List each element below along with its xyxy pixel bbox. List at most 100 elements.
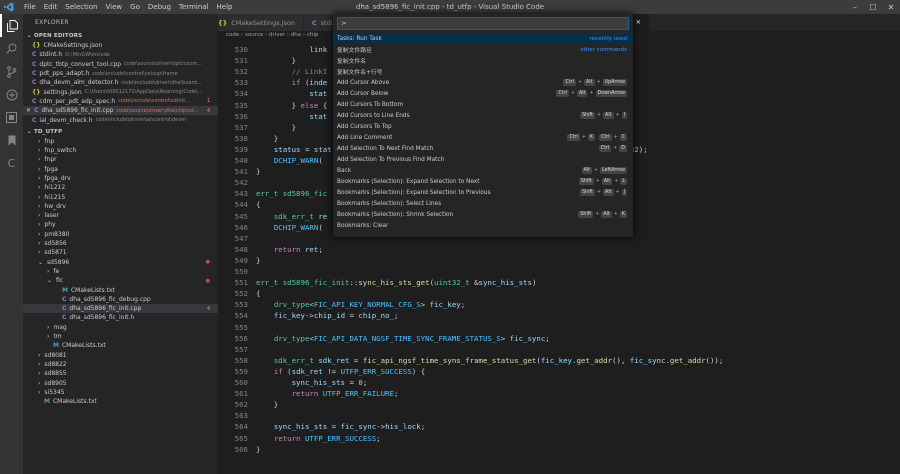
tree-item[interactable]: › si5345	[23, 388, 218, 397]
code-line: }	[256, 133, 279, 143]
menu-item-selection[interactable]: Selection	[61, 0, 101, 14]
command-item[interactable]: Bookmarks (Selection): Expand Selection …	[333, 187, 633, 198]
maximize-icon[interactable]: ☐	[864, 0, 882, 14]
keybinding-separator: +	[577, 80, 583, 85]
tree-item[interactable]: Cdha_sd5896_fic_init.h	[23, 313, 218, 322]
tree-item[interactable]: Cdha_sd5896_fic_init.cpp 4	[23, 304, 218, 314]
menu-item-go[interactable]: Go	[126, 0, 144, 14]
tree-item[interactable]: M CMakeLists.txt	[23, 397, 218, 406]
tree-item[interactable]: › sd8855	[23, 369, 218, 378]
command-item[interactable]: Add Cursors To Bottom	[333, 99, 633, 110]
tree-item[interactable]: › sd5871	[23, 248, 218, 257]
command-item[interactable]: Add Selection To Next Find Match Ctrl + D	[333, 143, 633, 154]
minimize-icon[interactable]: –	[846, 0, 864, 14]
tree-item[interactable]: › hi1212	[23, 183, 218, 192]
command-item[interactable]: Add Cursors to Line Ends Shift + Alt + I	[333, 110, 633, 121]
key-cap: L	[620, 178, 627, 185]
tree-item[interactable]: › sd8905	[23, 378, 218, 387]
tree-item[interactable]: › fpga	[23, 165, 218, 174]
editor-tab[interactable]: {} CMakeSettings.json	[218, 14, 304, 31]
command-item[interactable]: Add Selection To Previous Find Match	[333, 154, 633, 165]
command-item[interactable]: Bookmarks (Selection): Shrink Selection S…	[333, 209, 633, 220]
menu-item-help[interactable]: Help	[213, 0, 237, 14]
line-number: 560	[234, 378, 248, 387]
tree-item[interactable]: M CMakeLists.txt	[23, 341, 218, 350]
code-line: return UTFP_ERR_FAILURE;	[291, 389, 399, 399]
command-item[interactable]: Bookmarks: Clear	[333, 220, 633, 231]
command-item[interactable]: Bookmarks (Selection): Select Lines	[333, 198, 633, 209]
file-type-icon: C	[34, 107, 39, 115]
open-editor-item[interactable]: ✕ Cdha_sd5896_fic_init.cpp code\source\dri…	[23, 106, 218, 116]
menu-item-view[interactable]: View	[102, 0, 127, 14]
tree-item[interactable]: Cdha_sd5896_fic_debug.cpp	[23, 295, 218, 304]
extensions-icon[interactable]	[0, 106, 23, 129]
problem-count-badge: 4	[206, 107, 210, 114]
command-item[interactable]: Add Cursors To Top	[333, 121, 633, 132]
code-line: {	[256, 200, 261, 210]
tree-item[interactable]: › fnp_switch	[23, 146, 218, 155]
open-editor-item[interactable]: Cstdint.h D:\MinGW\include	[23, 50, 218, 59]
open-editor-path: code\include\control\cdm\t...	[118, 98, 190, 105]
tree-item[interactable]: ⌄ fic ●	[23, 276, 218, 285]
menu-item-file[interactable]: File	[20, 0, 40, 14]
tree-item[interactable]: › laser	[23, 211, 218, 220]
folder-header[interactable]: ⌄ TD_UTFP	[23, 127, 218, 137]
tree-item[interactable]: › hi1215	[23, 192, 218, 201]
key-cap: Shift	[578, 211, 594, 218]
menu-item-debug[interactable]: Debug	[144, 0, 175, 14]
open-editors-header[interactable]: ⌄ OPEN EDITORS	[23, 31, 218, 41]
code-line: link	[309, 45, 328, 54]
open-editor-item[interactable]: Cdptc_tbtp_convert_tool.cpp code\source\d…	[23, 60, 218, 69]
close-icon[interactable]: ✕	[882, 0, 900, 14]
command-item[interactable]: Bookmarks (Selection): Expand Selection …	[333, 176, 633, 187]
command-item[interactable]: Add Cursor Above Ctrl + Alt + UpArrow	[333, 77, 633, 88]
code-line: {	[256, 289, 261, 299]
bookmarks-icon[interactable]	[0, 129, 23, 152]
close-icon[interactable]: ✕	[26, 107, 31, 114]
c-extension-icon[interactable]: C	[0, 152, 23, 175]
command-item[interactable]: Add Cursor Below Ctrl + Alt + DownArrow	[333, 88, 633, 99]
open-editor-item[interactable]: {} settings.json C:\Users\t00512171\AppDat…	[23, 87, 218, 96]
tree-item[interactable]: ⌄ sd5896 ●	[23, 258, 218, 267]
open-editor-item[interactable]: Ccdm_per_pdt_adp_spec.h code\include\cont…	[23, 97, 218, 106]
open-editor-item[interactable]: Cial_devm_check.h code\include\driver\ial…	[23, 115, 218, 124]
menu-item-edit[interactable]: Edit	[40, 0, 62, 14]
line-number: 557	[234, 344, 248, 354]
search-icon[interactable]	[0, 37, 23, 60]
command-item[interactable]: Tasks: Run Task recently used	[333, 33, 633, 44]
tree-item[interactable]: › sd5856	[23, 239, 218, 248]
tree-item[interactable]: › pm8380	[23, 230, 218, 239]
tree-item[interactable]: › mag	[23, 323, 218, 332]
debug-icon[interactable]	[0, 83, 23, 106]
line-number: 554	[234, 311, 248, 321]
command-item[interactable]: 复制文件路径 other commands	[333, 44, 633, 55]
open-editor-item[interactable]: {} CMakeSettings.json	[23, 41, 218, 50]
close-icon[interactable]: ✕	[636, 19, 641, 26]
tree-item[interactable]: › sd8822	[23, 360, 218, 369]
command-palette-input[interactable]: >	[337, 17, 629, 30]
tree-item[interactable]: › tm	[23, 332, 218, 341]
key-cap: Alt	[576, 90, 588, 97]
tree-item[interactable]: › fpga_drv	[23, 174, 218, 183]
tree-item[interactable]: › fe	[23, 267, 218, 276]
source-control-icon[interactable]	[0, 60, 23, 83]
code-line: stat	[309, 111, 328, 121]
tree-item[interactable]: › hw_drv	[23, 202, 218, 211]
tree-item[interactable]: › fnpr	[23, 155, 218, 164]
tree-item[interactable]: M CMakeLists.txt	[23, 285, 218, 294]
command-item[interactable]: Add Line Comment Ctrl + K Ctrl + C	[333, 132, 633, 143]
open-editor-item[interactable]: Cdha_devm_alm_detector.h code\include\dri…	[23, 78, 218, 87]
command-item[interactable]: 复制文件名	[333, 55, 633, 66]
tree-item-label: sd8905	[44, 379, 67, 387]
open-editor-item[interactable]: Cpdt_pps_adapt.h code\include\control\ce\…	[23, 69, 218, 78]
explorer-icon[interactable]	[0, 14, 23, 37]
file-tree: › fnp › fnp_switch › fnpr › fpga › fpga_drv › hi121…	[23, 137, 218, 407]
tree-item[interactable]: › fnp	[23, 137, 218, 146]
menu-item-terminal[interactable]: Terminal	[175, 0, 213, 14]
tree-item[interactable]: › phy	[23, 220, 218, 229]
command-item[interactable]: 复制文件名+行号	[333, 66, 633, 77]
tree-item-label: si5345	[44, 388, 65, 396]
command-item[interactable]: Back Alt + LeftArrow	[333, 165, 633, 176]
tree-item-label: CMakeLists.txt	[61, 342, 106, 350]
tree-item[interactable]: › sd8081	[23, 351, 218, 360]
